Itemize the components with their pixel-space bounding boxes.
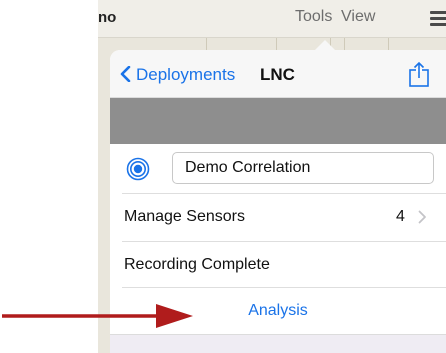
screen: no Tools View Deployments LNC Demo Corre… [0, 0, 446, 353]
top-toolbar: no Tools View [98, 0, 446, 38]
recording-status-row: Recording Complete [110, 242, 446, 288]
chevron-left-icon[interactable] [119, 66, 131, 82]
target-icon [126, 157, 150, 181]
view-menu-button[interactable]: View [341, 8, 375, 26]
popover-arrow [315, 40, 335, 50]
bottom-band [110, 334, 446, 353]
toolbar-title: no [98, 9, 117, 26]
deployment-name-row: Demo Correlation [110, 144, 446, 194]
manage-sensors-label: Manage Sensors [124, 208, 245, 225]
hamburger-icon[interactable] [430, 11, 446, 26]
recording-status-label: Recording Complete [124, 256, 270, 273]
share-icon[interactable] [408, 61, 430, 87]
header-band [110, 98, 446, 144]
chevron-right-icon [418, 210, 426, 224]
tools-menu-button[interactable]: Tools [295, 8, 332, 26]
manage-sensors-row[interactable]: Manage Sensors 4 [110, 194, 446, 242]
back-button[interactable]: Deployments [136, 65, 235, 85]
red-arrow-annotation [2, 304, 193, 328]
popover-nav-bar: Deployments LNC [110, 50, 446, 98]
nav-title: LNC [260, 65, 295, 84]
sensor-count: 4 [396, 208, 405, 225]
deployment-name-input[interactable]: Demo Correlation [172, 152, 434, 184]
